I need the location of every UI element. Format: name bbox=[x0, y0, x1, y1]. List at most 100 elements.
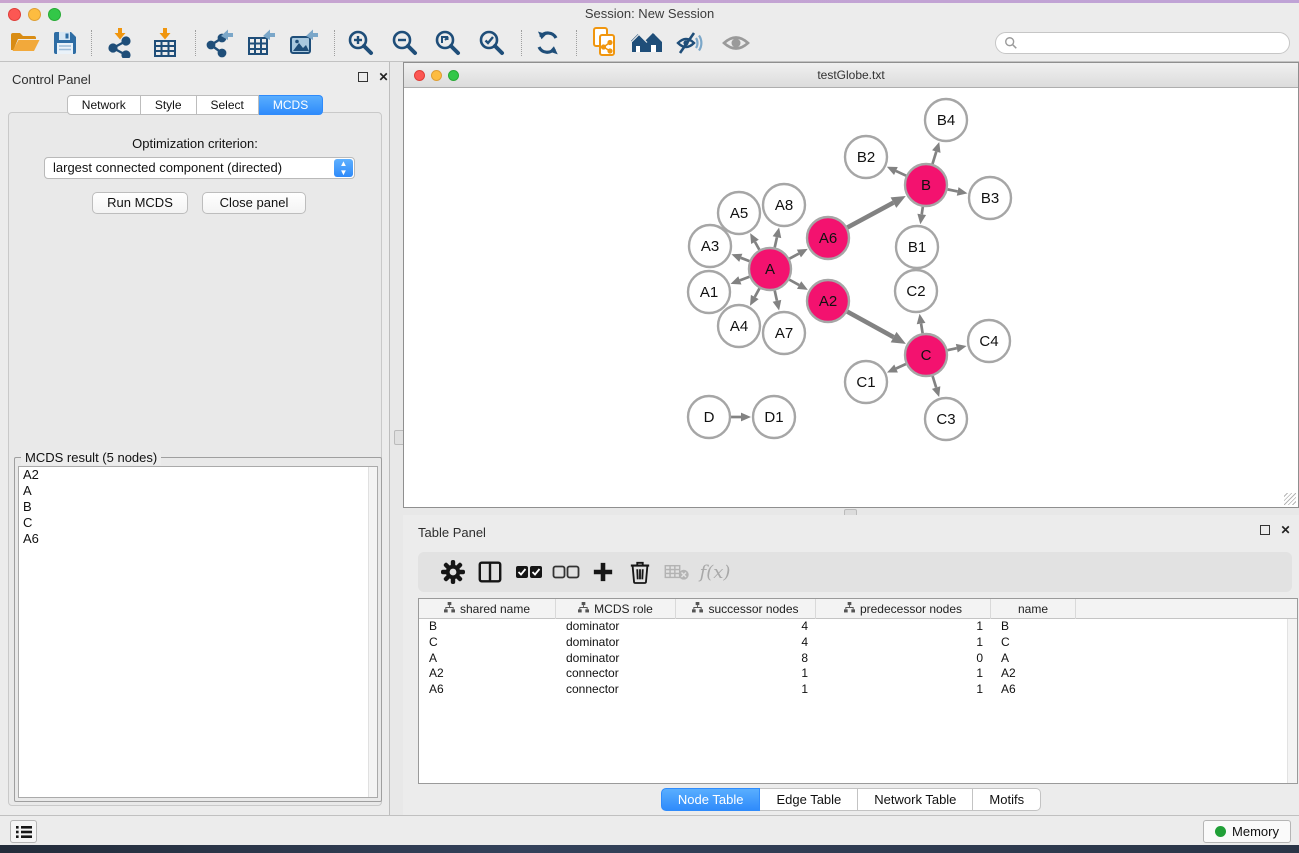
import-table-button[interactable] bbox=[146, 27, 184, 59]
search-field[interactable] bbox=[995, 32, 1290, 54]
cell-predecessor-nodes[interactable]: 1 bbox=[816, 635, 991, 651]
select-all-checks-button[interactable] bbox=[512, 558, 546, 586]
cell-predecessor-nodes[interactable]: 0 bbox=[816, 651, 991, 667]
mcds-result-item[interactable]: A6 bbox=[19, 531, 377, 547]
cell-MCDS-role[interactable]: connector bbox=[556, 666, 676, 682]
cell-MCDS-role[interactable]: dominator bbox=[556, 635, 676, 651]
minimize-window-button[interactable] bbox=[431, 70, 442, 81]
network-from-selection-button[interactable] bbox=[586, 27, 624, 59]
cell-shared-name[interactable]: A2 bbox=[419, 666, 556, 682]
function-builder-button[interactable]: f(x) bbox=[698, 558, 732, 586]
mcds-result-item[interactable]: C bbox=[19, 515, 377, 531]
graph-edge-B-B1[interactable] bbox=[922, 207, 923, 215]
tab-network-table[interactable]: Network Table bbox=[858, 788, 973, 811]
cell-shared-name[interactable]: B bbox=[419, 619, 556, 635]
cell-shared-name[interactable]: A bbox=[419, 651, 556, 667]
column-header-successor-nodes[interactable]: successor nodes bbox=[676, 599, 816, 619]
graph-edge-C-C3[interactable] bbox=[933, 376, 937, 388]
minimize-window-button[interactable] bbox=[28, 8, 41, 21]
cell-shared-name[interactable]: C bbox=[419, 635, 556, 651]
cell-name[interactable]: A2 bbox=[991, 666, 1076, 682]
task-history-button[interactable] bbox=[10, 820, 37, 843]
tab-style[interactable]: Style bbox=[141, 95, 197, 115]
close-panel-icon[interactable]: ✕ bbox=[1279, 524, 1292, 537]
refresh-button[interactable] bbox=[529, 27, 567, 59]
graph-edge-B-B3[interactable] bbox=[948, 189, 958, 191]
cell-successor-nodes[interactable]: 1 bbox=[676, 666, 816, 682]
split-view-button[interactable] bbox=[473, 558, 507, 586]
graph-edge-A2-C[interactable] bbox=[847, 312, 893, 338]
export-image-button[interactable] bbox=[285, 27, 323, 59]
zoom-in-button[interactable] bbox=[342, 27, 380, 59]
table-scrollbar[interactable] bbox=[1287, 619, 1297, 783]
show-graphics-details-button[interactable] bbox=[717, 27, 755, 59]
export-network-button[interactable] bbox=[201, 27, 239, 59]
graph-edge-A-A5[interactable] bbox=[755, 242, 759, 250]
import-network-button[interactable] bbox=[101, 27, 139, 59]
zoom-fit-button[interactable] bbox=[429, 27, 467, 59]
window-resize-grip[interactable] bbox=[1284, 493, 1296, 505]
delete-table-button[interactable] bbox=[660, 558, 694, 586]
graph-edge-C-C4[interactable] bbox=[947, 348, 956, 350]
column-header-shared-name[interactable]: shared name bbox=[419, 599, 556, 619]
deselect-all-checks-button[interactable] bbox=[549, 558, 583, 586]
column-header-name[interactable]: name bbox=[991, 599, 1076, 619]
cell-successor-nodes[interactable]: 4 bbox=[676, 635, 816, 651]
graph-edge-A-A1[interactable] bbox=[740, 277, 750, 281]
table-settings-button[interactable] bbox=[436, 558, 470, 586]
graph-edge-C-C2[interactable] bbox=[921, 324, 923, 334]
graph-edge-B-B4[interactable] bbox=[932, 152, 936, 164]
table-row[interactable]: Adominator80A bbox=[419, 651, 1297, 667]
mcds-result-item[interactable]: B bbox=[19, 499, 377, 515]
open-session-button[interactable] bbox=[6, 27, 44, 59]
maximize-window-button[interactable] bbox=[448, 70, 459, 81]
hide-graphics-details-button[interactable] bbox=[671, 27, 709, 59]
cell-MCDS-role[interactable]: dominator bbox=[556, 619, 676, 635]
cell-shared-name[interactable]: A6 bbox=[419, 682, 556, 698]
cell-MCDS-role[interactable]: dominator bbox=[556, 651, 676, 667]
mcds-result-item[interactable]: A2 bbox=[19, 467, 377, 483]
cell-MCDS-role[interactable]: connector bbox=[556, 682, 676, 698]
zoom-out-button[interactable] bbox=[386, 27, 424, 59]
tab-edge-table[interactable]: Edge Table bbox=[760, 788, 858, 811]
cell-successor-nodes[interactable]: 4 bbox=[676, 619, 816, 635]
graph-edge-A6-B[interactable] bbox=[847, 203, 893, 228]
cell-name[interactable]: C bbox=[991, 635, 1076, 651]
graph-edge-A-A2[interactable] bbox=[789, 280, 799, 285]
cell-successor-nodes[interactable]: 1 bbox=[676, 682, 816, 698]
add-column-button[interactable] bbox=[586, 558, 620, 586]
graph-edge-B-B2[interactable] bbox=[896, 171, 906, 176]
run-mcds-button[interactable]: Run MCDS bbox=[92, 192, 188, 214]
graph-edge-A-A8[interactable] bbox=[775, 237, 777, 247]
cell-predecessor-nodes[interactable]: 1 bbox=[816, 682, 991, 698]
graph-edge-C-C1[interactable] bbox=[896, 364, 906, 368]
list-scrollbar[interactable] bbox=[368, 467, 377, 797]
network-canvas[interactable]: B4B2BB3A8A5A6B1A3AA1C2A2A4A7C4CC1C3DD1 bbox=[404, 88, 1298, 507]
graph-edge-A-A6[interactable] bbox=[789, 254, 798, 259]
zoom-selected-button[interactable] bbox=[473, 27, 511, 59]
close-panel-icon[interactable]: ✕ bbox=[377, 71, 390, 84]
cell-predecessor-nodes[interactable]: 1 bbox=[816, 619, 991, 635]
graph-edge-A-A3[interactable] bbox=[741, 258, 750, 261]
table-row[interactable]: Bdominator41B bbox=[419, 619, 1297, 635]
criterion-dropdown[interactable]: largest connected component (directed) ▲… bbox=[44, 157, 355, 179]
tab-mcds[interactable]: MCDS bbox=[259, 95, 323, 115]
column-header-MCDS-role[interactable]: MCDS role bbox=[556, 599, 676, 619]
mcds-result-item[interactable]: A bbox=[19, 483, 377, 499]
tab-select[interactable]: Select bbox=[197, 95, 259, 115]
close-window-button[interactable] bbox=[414, 70, 425, 81]
table-row[interactable]: A6connector11A6 bbox=[419, 682, 1297, 698]
close-panel-button[interactable]: Close panel bbox=[202, 192, 306, 214]
delete-column-button[interactable] bbox=[623, 558, 657, 586]
tab-network[interactable]: Network bbox=[67, 95, 141, 115]
tab-motifs[interactable]: Motifs bbox=[973, 788, 1041, 811]
close-window-button[interactable] bbox=[8, 8, 21, 21]
graph-edge-A-A7[interactable] bbox=[775, 290, 777, 300]
table-row[interactable]: A2connector11A2 bbox=[419, 666, 1297, 682]
tab-node-table[interactable]: Node Table bbox=[661, 788, 761, 811]
cell-name[interactable]: A bbox=[991, 651, 1076, 667]
float-panel-icon[interactable] bbox=[358, 72, 371, 85]
cell-name[interactable]: A6 bbox=[991, 682, 1076, 698]
search-input[interactable] bbox=[1018, 36, 1289, 50]
table-row[interactable]: Cdominator41C bbox=[419, 635, 1297, 651]
